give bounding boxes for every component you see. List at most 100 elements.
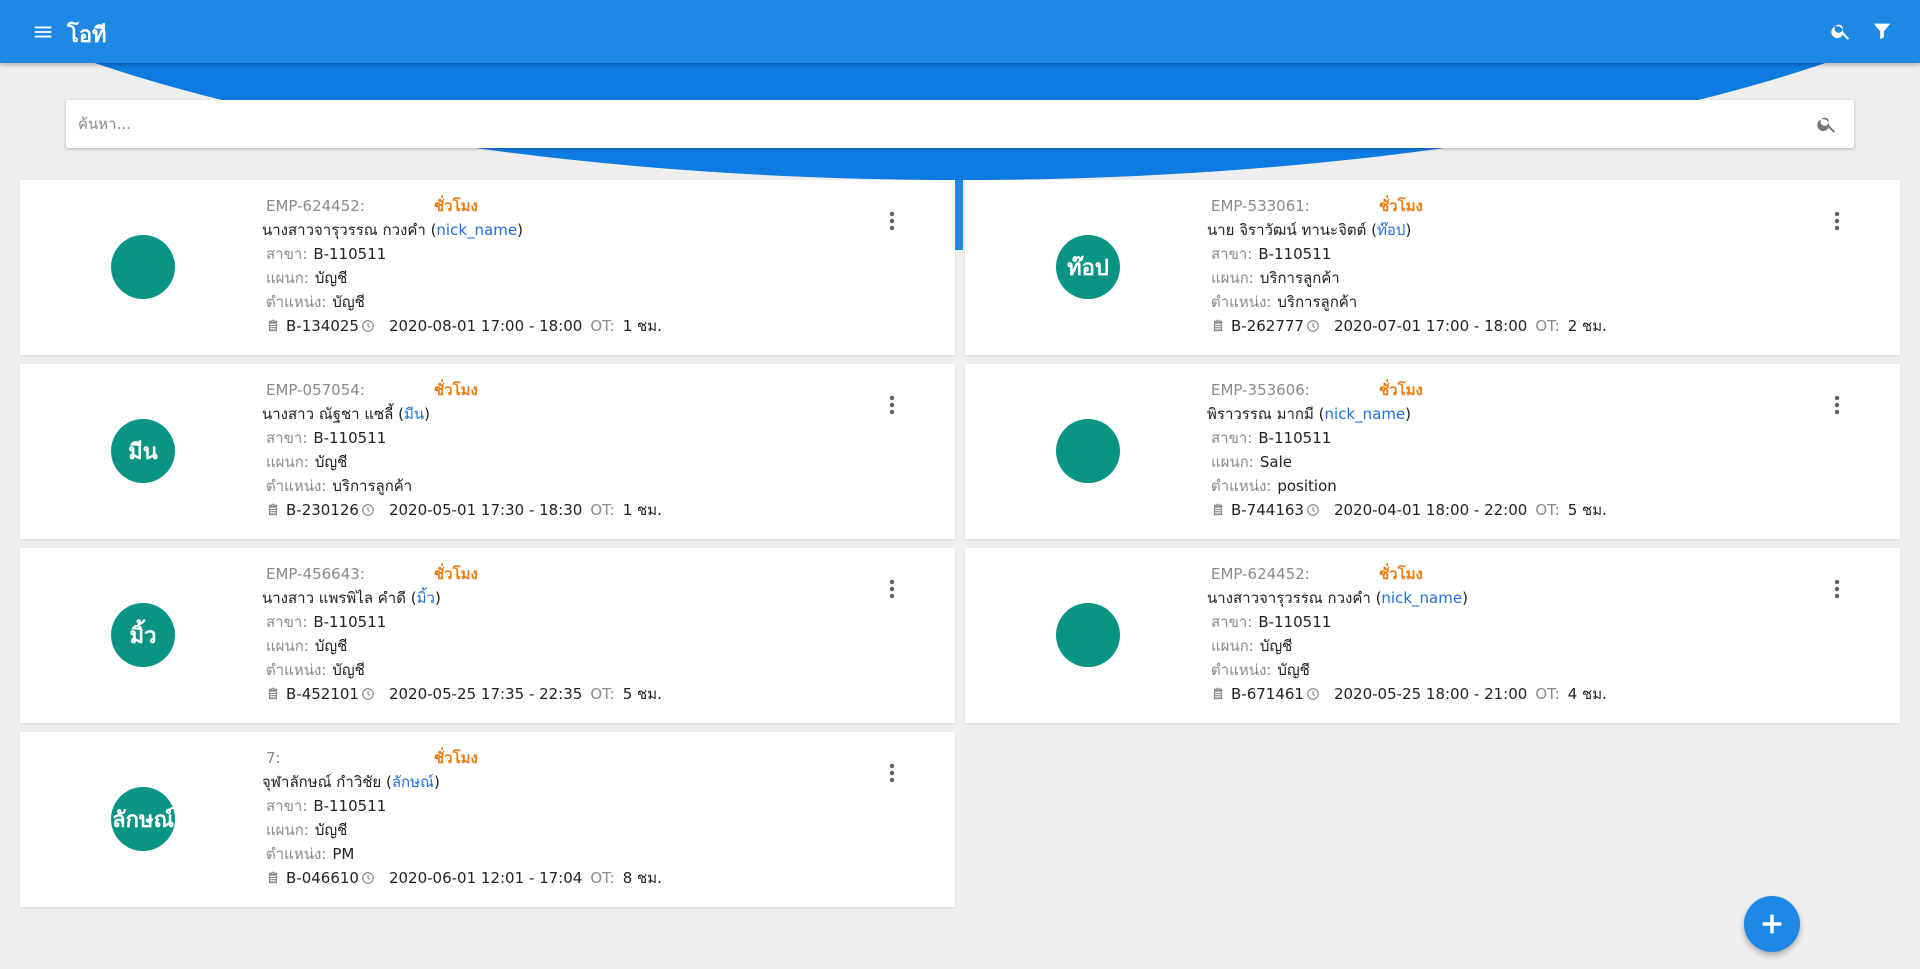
clipboard-icon [268, 687, 278, 700]
appbar-search-button[interactable] [1830, 20, 1856, 46]
menu-button[interactable] [30, 19, 56, 45]
paren-close: ) [424, 405, 431, 423]
branch-value: B-110511 [1258, 613, 1332, 631]
more-options-button[interactable] [1825, 206, 1849, 236]
ot-hours: 5 ชม. [1567, 501, 1607, 519]
ot-card[interactable]: EMP-624452: ชั่วโมง นางสาวจารุวรรณ กวงคำ… [965, 548, 1900, 723]
position-row: ตำแหน่ง: บัญชี [1207, 658, 1767, 682]
ot-card[interactable]: มีน EMP-057054: ชั่วโมง นางสาว ณัฐชา แซล… [20, 364, 955, 539]
position-row: ตำแหน่ง: บัญชี [262, 290, 822, 314]
department-value: Sale [1259, 453, 1292, 471]
more-vert-icon [1834, 579, 1840, 599]
ot-card[interactable]: EMP-624452: ชั่วโมง นางสาวจารุวรรณ กวงคำ… [20, 180, 963, 355]
document-number: B-046610 [286, 869, 359, 887]
position-label: ตำแหน่ง: [266, 661, 327, 679]
employee-nickname: nick_name [1324, 405, 1406, 423]
position-row: ตำแหน่ง: PM [262, 842, 822, 866]
employee-id: EMP-057054: [266, 381, 365, 399]
name-row: นางสาวจารุวรรณ กวงคำ (nick_name) [1207, 586, 1767, 610]
ot-label: OT: [1535, 501, 1560, 519]
ot-hours: 1 ชม. [622, 317, 662, 335]
position-label: ตำแหน่ง: [1211, 661, 1272, 679]
branch-row: สาขา: B-110511 [1207, 426, 1767, 450]
employee-name: นางสาว ณัฐชา แซลี้ [262, 405, 394, 423]
filter-icon [1873, 23, 1891, 40]
filter-button[interactable] [1871, 20, 1897, 46]
ot-card[interactable]: มิ้ว EMP-456643: ชั่วโมง นางสาว แพรพิไล … [20, 548, 955, 723]
position-value: บริการลูกค้า [1277, 293, 1358, 311]
clock-icon [362, 688, 374, 700]
branch-value: B-110511 [1258, 429, 1332, 447]
ot-card[interactable]: ลักษณ์ 7: ชั่วโมง จุฬาลักษณ์ กำวิชัย (ลั… [20, 732, 955, 907]
document-number: B-230126 [286, 501, 359, 519]
clipboard-icon [268, 871, 278, 884]
more-vert-icon [889, 579, 895, 599]
clipboard-icon [1213, 319, 1223, 332]
more-options-button[interactable] [1825, 574, 1849, 604]
menu-icon [34, 26, 52, 38]
clock-icon [362, 872, 374, 884]
branch-label: สาขา: [266, 797, 308, 815]
ot-label: OT: [590, 685, 615, 703]
position-row: ตำแหน่ง: บริการลูกค้า [1207, 290, 1767, 314]
department-label: แผนก: [266, 821, 309, 839]
ot-type-badge: ชั่วโมง [1379, 197, 1423, 215]
more-options-button[interactable] [880, 206, 904, 236]
branch-row: สาขา: B-110511 [1207, 242, 1767, 266]
department-label: แผนก: [266, 453, 309, 471]
ot-period: 2020-07-01 17:00 - 18:00 [1333, 317, 1528, 335]
branch-value: B-110511 [313, 613, 387, 631]
more-options-button[interactable] [880, 390, 904, 420]
paren-close: ) [1462, 589, 1468, 607]
avatar-text: ลักษณ์ [112, 807, 174, 833]
ot-detail-row: B-134025 2020-08-01 17:00 - 18:00 OT: 1 … [262, 314, 822, 338]
document-number: B-452101 [286, 685, 359, 703]
card-info: EMP-057054: ชั่วโมง นางสาว ณัฐชา แซลี้ (… [262, 378, 822, 522]
avatar: มีน [111, 419, 175, 483]
avatar [111, 235, 175, 299]
more-vert-icon [889, 211, 895, 231]
name-row: จุฬาลักษณ์ กำวิชัย (ลักษณ์) [262, 770, 822, 794]
department-value: บัญชี [1259, 637, 1293, 655]
ot-label: OT: [590, 501, 615, 519]
more-options-button[interactable] [1825, 390, 1849, 420]
ot-type-badge: ชั่วโมง [434, 749, 478, 767]
paren-close: ) [517, 221, 523, 239]
ot-label: OT: [1535, 685, 1560, 703]
clock-icon [1307, 688, 1319, 700]
ot-card-list: EMP-624452: ชั่วโมง นางสาวจารุวรรณ กวงคำ… [20, 180, 1900, 907]
ot-period: 2020-08-01 17:00 - 18:00 [388, 317, 583, 335]
more-options-button[interactable] [880, 574, 904, 604]
department-label: แผนก: [266, 269, 309, 287]
ot-card[interactable]: EMP-353606: ชั่วโมง พิราวรรณ มากมี (nick… [965, 364, 1900, 539]
add-ot-button[interactable] [1744, 896, 1800, 952]
document-number: B-262777 [1231, 317, 1304, 335]
avatar [1056, 419, 1120, 483]
card-header-row: EMP-533061: ชั่วโมง [1207, 194, 1767, 218]
ot-detail-row: B-452101 2020-05-25 17:35 - 22:35 OT: 5 … [262, 682, 822, 706]
ot-type-badge: ชั่วโมง [1379, 565, 1423, 583]
employee-nickname: nick_name [1381, 589, 1463, 607]
avatar-text: ท๊อป [1067, 255, 1109, 281]
branch-value: B-110511 [313, 797, 387, 815]
clipboard-icon [268, 503, 278, 516]
paren-close: ) [1405, 221, 1412, 239]
search-input[interactable] [66, 101, 1786, 147]
position-label: ตำแหน่ง: [266, 845, 327, 863]
employee-nickname: มิ้ว [416, 589, 435, 607]
ot-card[interactable]: ท๊อป EMP-533061: ชั่วโมง นาย จิราวัฒน์ ท… [965, 180, 1900, 355]
department-label: แผนก: [1211, 637, 1254, 655]
department-row: แผนก: บัญชี [262, 818, 822, 842]
position-value: position [1277, 477, 1337, 495]
branch-value: B-110511 [313, 245, 387, 263]
employee-id: EMP-456643: [266, 565, 365, 583]
clock-icon [362, 320, 374, 332]
paren-close: ) [433, 773, 440, 791]
search-icon[interactable] [1816, 113, 1838, 135]
employee-nickname: ลักษณ์ [391, 773, 434, 791]
clock-icon [362, 504, 374, 516]
department-row: แผนก: บัญชี [262, 450, 822, 474]
position-value: บริการลูกค้า [332, 477, 413, 495]
position-value: บัญชี [1277, 661, 1310, 679]
more-options-button[interactable] [880, 758, 904, 788]
